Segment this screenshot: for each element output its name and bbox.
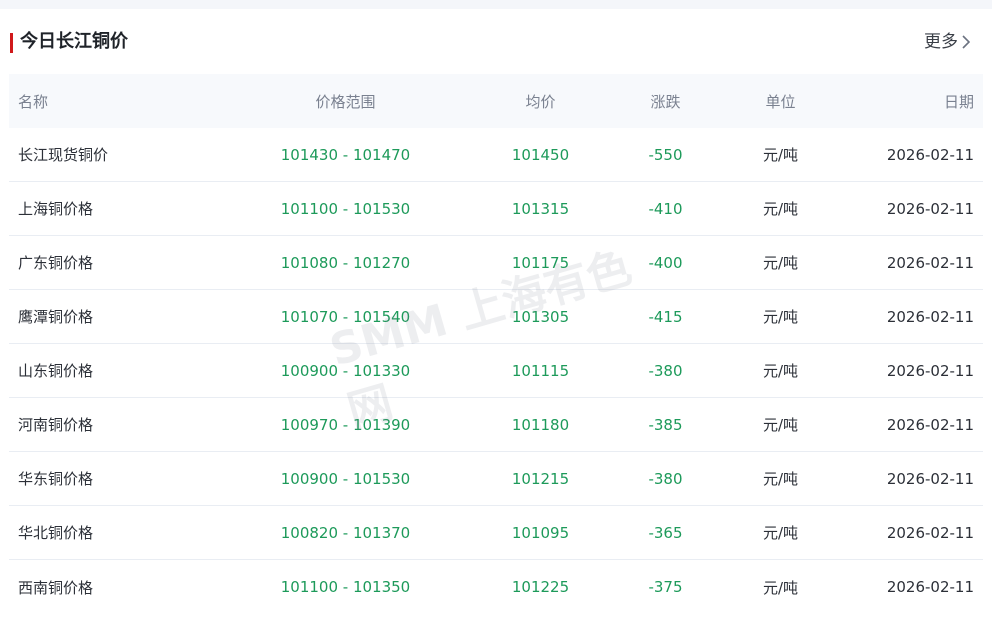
cell-unit: 元/吨 [762,146,799,164]
table-row[interactable]: 河南铜价格 100970 - 101390 101180 -385 元/吨 2026-02… [9,398,983,452]
more-label: 更多 [924,32,958,52]
col-header-range: 价格范围 [315,92,376,111]
cell-unit: 元/吨 [762,254,799,272]
section-title: 今日长江铜价 [20,31,128,52]
cell-change: -375 [648,578,683,596]
cell-range: 101430 - 101470 [280,145,411,164]
table-row[interactable]: 上海铜价格 101100 - 101530 101315 -410 元/吨 2026-02… [9,182,983,236]
table-row[interactable]: 山东铜价格 100900 - 101330 101115 -380 元/吨 2026-02… [9,344,983,398]
cell-change: -380 [648,469,683,488]
col-header-date: 日期 [943,92,974,111]
cell-change: -550 [648,145,683,164]
cell-date: 2026-02-11 [886,415,974,434]
cell-date: 2026-02-11 [886,253,974,272]
table-row[interactable]: 华东铜价格 100900 - 101530 101215 -380 元/吨 2026-02… [9,452,983,506]
table-row[interactable]: 广东铜价格 101080 - 101270 101175 -400 元/吨 2026-02… [9,236,983,290]
copper-price-table: 名称 价格范围 均价 涨跌 单位 日期 长江现货铜价 101430 - 10147… [9,74,983,614]
table-row[interactable]: 长江现货铜价 101430 - 101470 101450 -550 元/吨 2026-0… [9,128,983,182]
cell-date: 2026-02-11 [886,469,974,488]
cell-name[interactable]: 西南铜价格 [9,577,218,598]
cell-date: 2026-02-11 [886,523,974,542]
cell-name[interactable]: 华北铜价格 [9,522,218,543]
section-header: 今日长江铜价 更多 [0,9,992,73]
cell-range: 100820 - 101370 [280,523,411,542]
cell-change: -410 [648,199,683,218]
cell-avg: 101315 [511,199,570,218]
chevron-right-icon [962,35,970,49]
cell-change: -365 [648,523,683,542]
table-row[interactable]: 鹰潭铜价格 101070 - 101540 101305 -415 元/吨 2026-02… [9,290,983,344]
cell-name[interactable]: 广东铜价格 [9,252,218,273]
cell-date: 2026-02-11 [886,307,974,326]
table-header: 名称 价格范围 均价 涨跌 单位 日期 [9,74,983,128]
cell-avg: 101305 [511,307,570,326]
cell-avg: 101215 [511,469,570,488]
cell-name[interactable]: 河南铜价格 [9,414,218,435]
cell-avg: 101095 [511,523,570,542]
cell-unit: 元/吨 [762,362,799,380]
cell-range: 101080 - 101270 [280,253,411,272]
table-row[interactable]: 华北铜价格 100820 - 101370 101095 -365 元/吨 2026-02… [9,506,983,560]
top-strip [0,0,992,9]
cell-name[interactable]: 上海铜价格 [9,198,218,219]
title-accent-bar [10,33,13,53]
cell-range: 101070 - 101540 [280,307,411,326]
cell-range: 100970 - 101390 [280,415,411,434]
col-header-change: 涨跌 [650,92,681,111]
cell-unit: 元/吨 [762,470,799,488]
table-row[interactable]: 西南铜价格 101100 - 101350 101225 -375 元/吨 2026-02… [9,560,983,614]
cell-range: 100900 - 101530 [280,469,411,488]
cell-avg: 101450 [511,145,570,164]
cell-range: 100900 - 101330 [280,361,411,380]
cell-range: 101100 - 101350 [280,578,411,596]
cell-change: -400 [648,253,683,272]
col-header-name: 名称 [18,92,49,111]
cell-name[interactable]: 山东铜价格 [9,360,218,381]
cell-name[interactable]: 华东铜价格 [9,468,218,489]
cell-change: -380 [648,361,683,380]
table-body: 长江现货铜价 101430 - 101470 101450 -550 元/吨 2026-0… [9,128,983,614]
cell-range: 101100 - 101530 [280,199,411,218]
cell-unit: 元/吨 [762,416,799,434]
cell-date: 2026-02-11 [886,145,974,164]
col-header-avg: 均价 [525,92,556,111]
cell-date: 2026-02-11 [886,361,974,380]
cell-avg: 101115 [511,361,570,380]
cell-avg: 101175 [511,253,570,272]
cell-avg: 101225 [511,578,570,596]
cell-name[interactable]: 长江现货铜价 [9,144,218,165]
cell-unit: 元/吨 [762,524,799,542]
cell-unit: 元/吨 [762,200,799,218]
cell-date: 2026-02-11 [886,578,974,596]
cell-avg: 101180 [511,415,570,434]
more-link[interactable]: 更多 [924,30,970,54]
cell-change: -385 [648,415,683,434]
cell-change: -415 [648,307,683,326]
cell-unit: 元/吨 [762,308,799,326]
cell-date: 2026-02-11 [886,199,974,218]
cell-name[interactable]: 鹰潭铜价格 [9,306,218,327]
col-header-unit: 单位 [765,92,796,111]
cell-unit: 元/吨 [762,578,799,597]
